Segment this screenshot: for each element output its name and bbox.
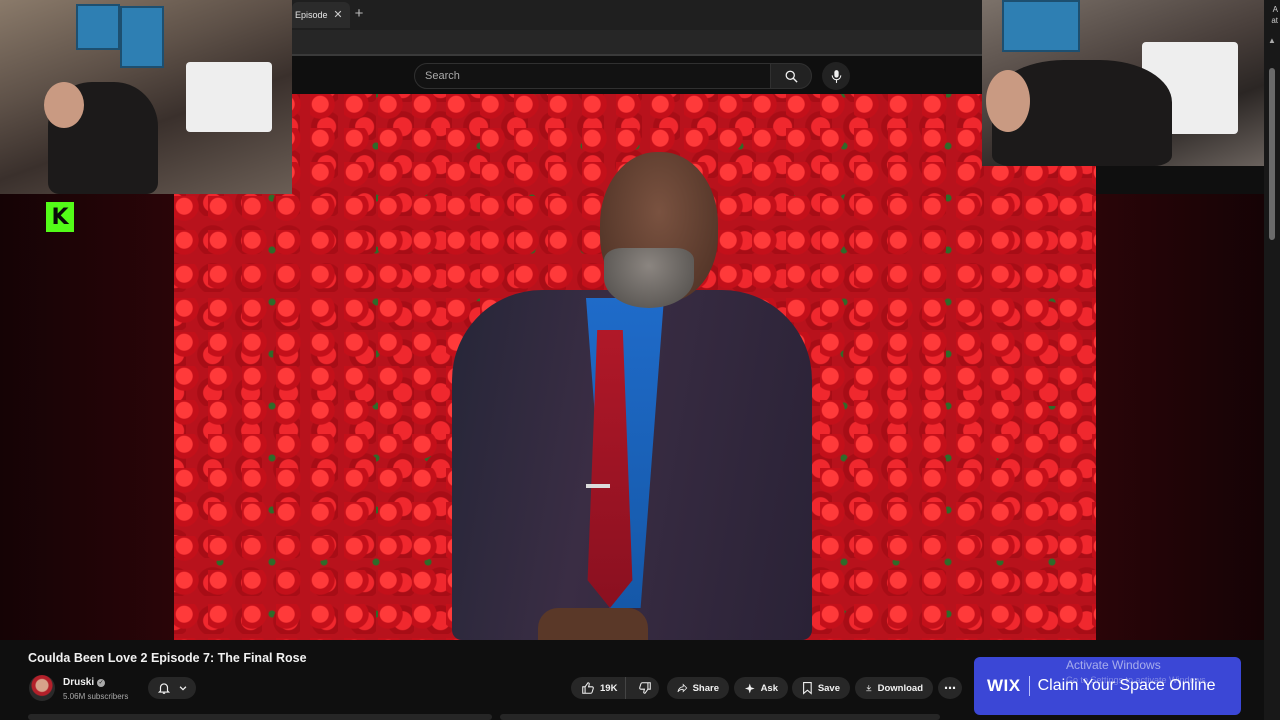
like-dislike-group: 19K: [571, 677, 659, 699]
search-input[interactable]: [415, 64, 771, 88]
verified-icon: ✓: [97, 679, 106, 687]
download-button[interactable]: Download: [855, 677, 933, 699]
streamer-head: [44, 82, 84, 128]
bookmark-icon: [803, 682, 812, 695]
page-scrollbar[interactable]: Aat ▲: [1264, 0, 1280, 720]
download-icon: [866, 685, 872, 692]
save-label: Save: [817, 682, 840, 694]
ask-button[interactable]: Ask: [734, 677, 788, 699]
framed-shirt: [186, 62, 272, 132]
wall-poster: [1002, 0, 1080, 52]
tie-clip: [586, 484, 610, 488]
bell-icon: [157, 683, 170, 694]
like-button[interactable]: 19K: [571, 677, 626, 699]
streamer-head: [986, 70, 1030, 132]
wall-poster: [120, 6, 164, 68]
scrollbar-thumb[interactable]: [1269, 68, 1275, 240]
thumbs-down-icon: [639, 682, 651, 694]
activate-windows-subtitle: Go to Settings to activate Windows.: [1066, 675, 1209, 685]
microphone-icon: [831, 69, 841, 83]
scroll-up-icon[interactable]: ▲: [1268, 36, 1276, 45]
notification-button[interactable]: [148, 677, 196, 699]
search-icon: [785, 70, 798, 83]
channel-avatar[interactable]: [29, 675, 55, 701]
channel-name-row[interactable]: Druski ✓: [63, 677, 106, 688]
share-icon: [677, 683, 688, 693]
search-button[interactable]: [770, 63, 812, 89]
video-pillarbox-right: [1096, 194, 1270, 640]
voice-search-button[interactable]: [822, 62, 850, 90]
subscriber-count: 5.06M subscribers: [63, 692, 129, 701]
divider: [1028, 676, 1030, 696]
dislike-button[interactable]: [631, 677, 659, 699]
close-icon[interactable]: ✕: [330, 7, 346, 23]
video-pillarbox-left: [0, 194, 174, 640]
screen: K Episode ✕ + Aat ▲: [0, 0, 1280, 720]
ask-label: Ask: [760, 682, 778, 694]
wix-logo: WIX: [987, 676, 1021, 695]
activate-windows-watermark: Activate Windows: [1066, 658, 1161, 672]
description-strip: [28, 714, 492, 720]
wall-poster: [76, 4, 120, 50]
webcam-right: [982, 0, 1264, 166]
sparkle-icon: [744, 683, 755, 693]
share-label: Share: [692, 682, 719, 694]
video-title: Coulda Been Love 2 Episode 7: The Final …: [28, 651, 307, 665]
chevron-down-icon: [179, 686, 186, 691]
tab-title: Episode: [295, 10, 328, 20]
more-actions-icon[interactable]: ⋯: [938, 677, 962, 699]
description-strip: [500, 714, 940, 720]
truncated-text: Aat: [1271, 5, 1278, 25]
thumbs-up-icon: [582, 682, 594, 694]
save-button[interactable]: Save: [792, 677, 850, 699]
address-bar[interactable]: [292, 30, 982, 56]
search-box: [414, 63, 772, 89]
browser-tab[interactable]: Episode ✕: [292, 2, 350, 28]
kick-logo-icon: K: [46, 202, 74, 232]
webcam-left: [0, 0, 292, 194]
channel-name: Druski: [63, 677, 95, 688]
host-beard: [604, 248, 694, 308]
browser-tab-bar: Episode ✕ +: [292, 0, 982, 30]
like-count: 19K: [600, 682, 618, 694]
youtube-masthead: [292, 56, 982, 94]
plus-icon[interactable]: +: [350, 4, 368, 24]
host-hands: [538, 608, 648, 640]
download-label: Download: [877, 682, 923, 694]
share-button[interactable]: Share: [667, 677, 729, 699]
